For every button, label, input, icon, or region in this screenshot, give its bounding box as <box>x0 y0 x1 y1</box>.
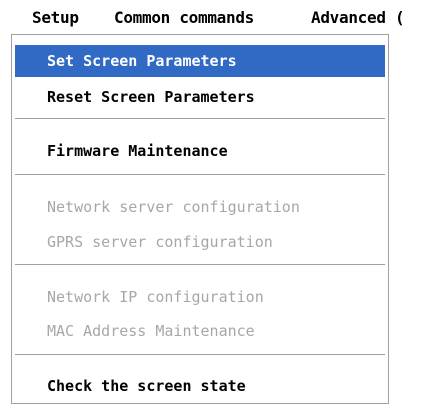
menu-item-check-screen-state[interactable]: Check the screen state <box>15 370 385 402</box>
menu-setup[interactable]: Setup <box>32 7 79 29</box>
menu-item-network-server-configuration: Network server configuration <box>47 198 300 216</box>
menu-bar: Setup Common commands Advanced ( <box>0 0 433 34</box>
menu-separator <box>15 174 385 176</box>
menu-separator <box>15 354 385 356</box>
menu-advanced[interactable]: Advanced ( <box>311 7 405 29</box>
menu-separator <box>15 264 385 266</box>
menu-common-commands[interactable]: Common commands <box>114 7 254 29</box>
menu-item-network-ip-configuration: Network IP configuration <box>47 288 264 306</box>
setup-dropdown-menu: Set Screen Parameters Reset Screen Param… <box>11 34 389 404</box>
menu-item-gprs-server-configuration: GPRS server configuration <box>47 233 273 251</box>
menu-item-reset-screen-parameters[interactable]: Reset Screen Parameters <box>15 81 385 113</box>
menu-item-mac-address-maintenance: MAC Address Maintenance <box>47 322 255 340</box>
menu-separator <box>15 118 385 120</box>
menu-item-firmware-maintenance[interactable]: Firmware Maintenance <box>15 135 385 167</box>
menu-item-set-screen-parameters[interactable]: Set Screen Parameters <box>15 45 385 77</box>
